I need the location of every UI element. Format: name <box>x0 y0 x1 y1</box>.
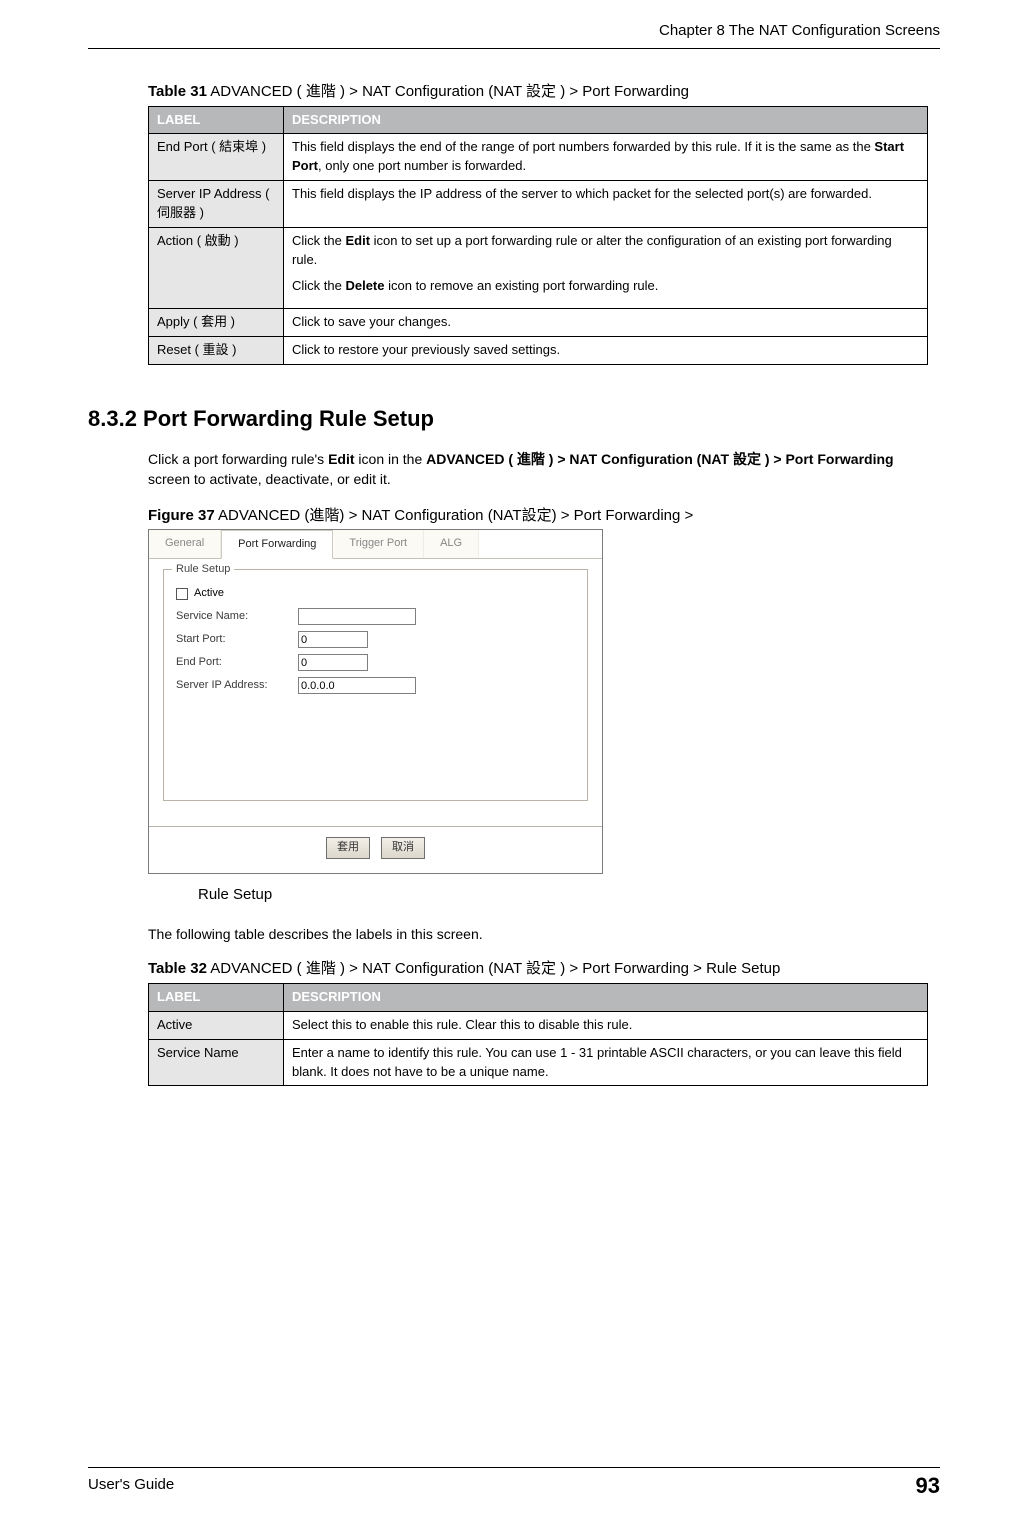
table31: LABEL DESCRIPTION End Port ( 結束埠 ) This … <box>148 106 928 365</box>
row-service-name: Service Name: <box>176 608 575 625</box>
cell-label: End Port ( 結束埠 ) <box>149 134 284 181</box>
page-number: 93 <box>916 1470 940 1502</box>
fieldset-legend: Rule Setup <box>172 562 234 578</box>
cell-label: Apply ( 套用 ) <box>149 309 284 337</box>
cancel-button[interactable]: 取消 <box>381 837 425 859</box>
rule-setup-fieldset: Rule Setup Active Service Name: Start Po… <box>163 569 588 801</box>
tab-strip: General Port Forwarding Trigger Port ALG <box>149 530 602 559</box>
row-server-ip: Server IP Address: <box>176 677 575 694</box>
table-row: Action ( 啟動 ) Click the Edit icon to set… <box>149 227 928 309</box>
table-row: Active Select this to enable this rule. … <box>149 1011 928 1039</box>
table-row: End Port ( 結束埠 ) This field displays the… <box>149 134 928 181</box>
row-start-port: Start Port: <box>176 631 575 648</box>
active-checkbox[interactable] <box>176 588 188 600</box>
table32-caption-num: Table 32 <box>148 960 207 977</box>
tab-trigger-port[interactable]: Trigger Port <box>333 530 424 558</box>
intro-paragraph: Click a port forwarding rule's Edit icon… <box>148 449 928 490</box>
figure37-text: ADVANCED (進階) > NAT Configuration (NAT設定… <box>215 507 694 524</box>
table31-caption-text: ADVANCED ( 進階 ) > NAT Configuration (NAT… <box>207 83 689 100</box>
figure37-subcaption: Rule Setup <box>198 884 940 906</box>
table-row: Reset ( 重設 ) Click to restore your previ… <box>149 337 928 365</box>
table32-caption-text: ADVANCED ( 進階 ) > NAT Configuration (NAT… <box>207 960 780 977</box>
cell-desc: Enter a name to identify this rule. You … <box>284 1039 928 1086</box>
table-row: Service Name Enter a name to identify th… <box>149 1039 928 1086</box>
cell-label: Server IP Address ( 伺服器 ) <box>149 181 284 228</box>
running-header: Chapter 8 The NAT Configuration Screens <box>88 20 940 49</box>
table-row: Server IP Address ( 伺服器 ) This field dis… <box>149 181 928 228</box>
tab-alg[interactable]: ALG <box>424 530 479 558</box>
cell-desc: This field displays the IP address of th… <box>284 181 928 228</box>
tab-general[interactable]: General <box>149 530 221 558</box>
cell-label: Service Name <box>149 1039 284 1086</box>
table32-caption: Table 32 ADVANCED ( 進階 ) > NAT Configura… <box>148 958 940 980</box>
cell-desc: This field displays the end of the range… <box>284 134 928 181</box>
table31-th-desc: DESCRIPTION <box>284 106 928 134</box>
page-footer: User's Guide 93 <box>88 1467 940 1502</box>
port-forwarding-rule-setup-window: General Port Forwarding Trigger Port ALG… <box>148 529 603 874</box>
footer-left: User's Guide <box>88 1474 174 1502</box>
section-heading: 8.3.2 Port Forwarding Rule Setup <box>88 403 940 435</box>
end-port-input[interactable] <box>298 654 368 671</box>
active-label: Active <box>194 586 224 602</box>
table32-th-desc: DESCRIPTION <box>284 983 928 1011</box>
table31-caption: Table 31 ADVANCED ( 進階 ) > NAT Configura… <box>148 81 940 103</box>
ui-footer: 套用 取消 <box>149 826 602 859</box>
figure37-num: Figure 37 <box>148 507 215 524</box>
service-name-input[interactable] <box>298 608 416 625</box>
cell-label: Active <box>149 1011 284 1039</box>
table32-th-label: LABEL <box>149 983 284 1011</box>
figure37-caption: Figure 37 ADVANCED (進階) > NAT Configurat… <box>148 505 940 527</box>
server-ip-input[interactable] <box>298 677 416 694</box>
service-name-label: Service Name: <box>176 609 298 625</box>
tab-port-forwarding[interactable]: Port Forwarding <box>221 530 333 559</box>
start-port-input[interactable] <box>298 631 368 648</box>
table-intro-paragraph: The following table describes the labels… <box>148 924 928 944</box>
cell-desc: Click to restore your previously saved s… <box>284 337 928 365</box>
table31-th-label: LABEL <box>149 106 284 134</box>
cell-label: Reset ( 重設 ) <box>149 337 284 365</box>
table31-caption-num: Table 31 <box>148 83 207 100</box>
server-ip-label: Server IP Address: <box>176 678 298 694</box>
row-active: Active <box>176 586 575 602</box>
apply-button[interactable]: 套用 <box>326 837 370 859</box>
end-port-label: End Port: <box>176 655 298 671</box>
start-port-label: Start Port: <box>176 632 298 648</box>
row-end-port: End Port: <box>176 654 575 671</box>
table-row: Apply ( 套用 ) Click to save your changes. <box>149 309 928 337</box>
cell-label: Action ( 啟動 ) <box>149 227 284 309</box>
cell-desc: Click to save your changes. <box>284 309 928 337</box>
table32: LABEL DESCRIPTION Active Select this to … <box>148 983 928 1086</box>
cell-desc: Click the Edit icon to set up a port for… <box>284 227 928 309</box>
cell-desc: Select this to enable this rule. Clear t… <box>284 1011 928 1039</box>
